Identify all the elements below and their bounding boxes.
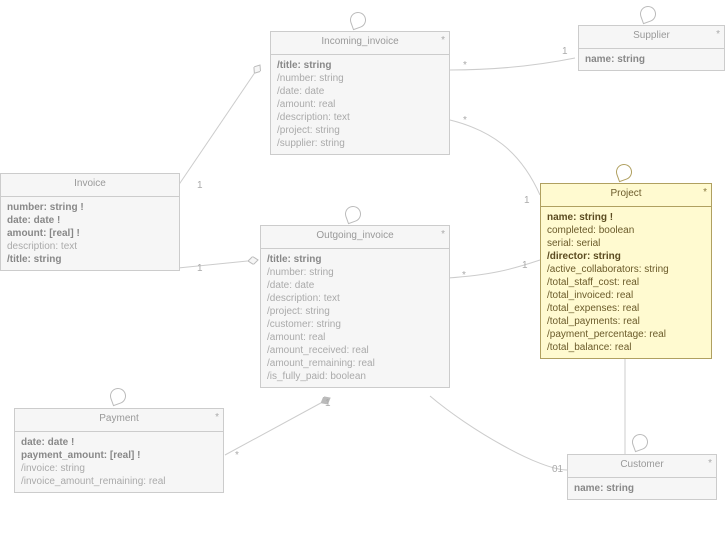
attrs: name: string	[568, 478, 716, 499]
attr: /amount_remaining: real	[267, 357, 443, 370]
class-name: Payment	[99, 413, 138, 424]
attr: /invoice: string	[21, 462, 217, 475]
attr: /project: string	[277, 124, 443, 137]
multiplicity: *	[708, 458, 712, 469]
attrs: name: string	[579, 49, 724, 70]
multiplicity: *	[462, 270, 466, 281]
class-title: Customer *	[568, 455, 716, 478]
multiplicity: *	[463, 60, 467, 71]
attr: name: string	[574, 482, 710, 495]
multiplicity: *	[215, 412, 219, 423]
attr: amount: [real] !	[7, 227, 173, 240]
attr: /description: text	[277, 111, 443, 124]
multiplicity: *	[463, 115, 467, 126]
class-payment[interactable]: Payment * date: date ! payment_amount: […	[14, 408, 224, 493]
class-invoice[interactable]: Invoice number: string ! date: date ! am…	[0, 173, 180, 271]
class-name: Outgoing_invoice	[316, 230, 393, 241]
attrs: date: date ! payment_amount: [real] ! /i…	[15, 432, 223, 492]
multiplicity: 1	[197, 263, 203, 274]
class-outgoing-invoice[interactable]: Outgoing_invoice * /title: string /numbe…	[260, 225, 450, 388]
attr: /amount: real	[277, 98, 443, 111]
attrs: number: string ! date: date ! amount: [r…	[1, 197, 179, 270]
class-name: Incoming_invoice	[321, 36, 398, 47]
attr: /title: string	[277, 59, 443, 72]
class-title: Project *	[541, 184, 711, 207]
attr: /number: string	[277, 72, 443, 85]
attr: /payment_percentage: real	[547, 328, 705, 341]
class-title: Incoming_invoice *	[271, 32, 449, 55]
self-loop-icon	[343, 204, 364, 225]
attr: name: string	[585, 53, 718, 66]
attrs: /title: string /number: string /date: da…	[261, 249, 449, 387]
attr: /total_invoiced: real	[547, 289, 705, 302]
attrs: name: string ! completed: boolean serial…	[541, 207, 711, 358]
self-loop-icon	[108, 386, 129, 407]
attr: /active_collaborators: string	[547, 263, 705, 276]
multiplicity: 1	[562, 46, 568, 57]
multiplicity: 1	[325, 398, 331, 409]
attr: serial: serial	[547, 237, 705, 250]
attr: number: string !	[7, 201, 173, 214]
attr: /amount_received: real	[267, 344, 443, 357]
class-title: Outgoing_invoice *	[261, 226, 449, 249]
attr: /amount: real	[267, 331, 443, 344]
multiplicity: 01	[552, 464, 563, 475]
multiplicity: 1	[197, 180, 203, 191]
class-title: Supplier *	[579, 26, 724, 49]
attr: /date: date	[267, 279, 443, 292]
attr: /invoice_amount_remaining: real	[21, 475, 217, 488]
attr: date: date !	[21, 436, 217, 449]
attr: /supplier: string	[277, 137, 443, 150]
class-name: Invoice	[74, 178, 106, 189]
attr: /customer: string	[267, 318, 443, 331]
multiplicity: *	[441, 229, 445, 240]
attr: /title: string	[7, 253, 173, 266]
uml-diagram: Invoice number: string ! date: date ! am…	[0, 0, 728, 535]
class-title: Payment *	[15, 409, 223, 432]
class-project[interactable]: Project * name: string ! completed: bool…	[540, 183, 712, 359]
self-loop-icon	[614, 162, 635, 183]
class-title: Invoice	[1, 174, 179, 197]
attr: name: string !	[547, 211, 705, 224]
multiplicity: *	[441, 35, 445, 46]
attr: /total_staff_cost: real	[547, 276, 705, 289]
attr: /director: string	[547, 250, 705, 263]
attr: description: text	[7, 240, 173, 253]
attr: /description: text	[267, 292, 443, 305]
attr: /project: string	[267, 305, 443, 318]
class-supplier[interactable]: Supplier * name: string	[578, 25, 725, 71]
multiplicity: *	[716, 29, 720, 40]
attr: /total_payments: real	[547, 315, 705, 328]
self-loop-icon	[348, 10, 369, 31]
self-loop-icon	[638, 4, 659, 25]
class-customer[interactable]: Customer * name: string	[567, 454, 717, 500]
class-name: Supplier	[633, 30, 670, 41]
attr: /number: string	[267, 266, 443, 279]
attr: /date: date	[277, 85, 443, 98]
multiplicity: 1	[522, 260, 528, 271]
attr: /total_balance: real	[547, 341, 705, 354]
multiplicity: *	[235, 450, 239, 461]
multiplicity: *	[703, 187, 707, 198]
class-name: Project	[610, 188, 641, 199]
multiplicity: 1	[524, 195, 530, 206]
self-loop-icon	[630, 432, 651, 453]
attr: /title: string	[267, 253, 443, 266]
attr: /is_fully_paid: boolean	[267, 370, 443, 383]
attr: completed: boolean	[547, 224, 705, 237]
attr: date: date !	[7, 214, 173, 227]
class-name: Customer	[620, 459, 663, 470]
class-incoming-invoice[interactable]: Incoming_invoice * /title: string /numbe…	[270, 31, 450, 155]
attr: payment_amount: [real] !	[21, 449, 217, 462]
attr: /total_expenses: real	[547, 302, 705, 315]
attrs: /title: string /number: string /date: da…	[271, 55, 449, 154]
